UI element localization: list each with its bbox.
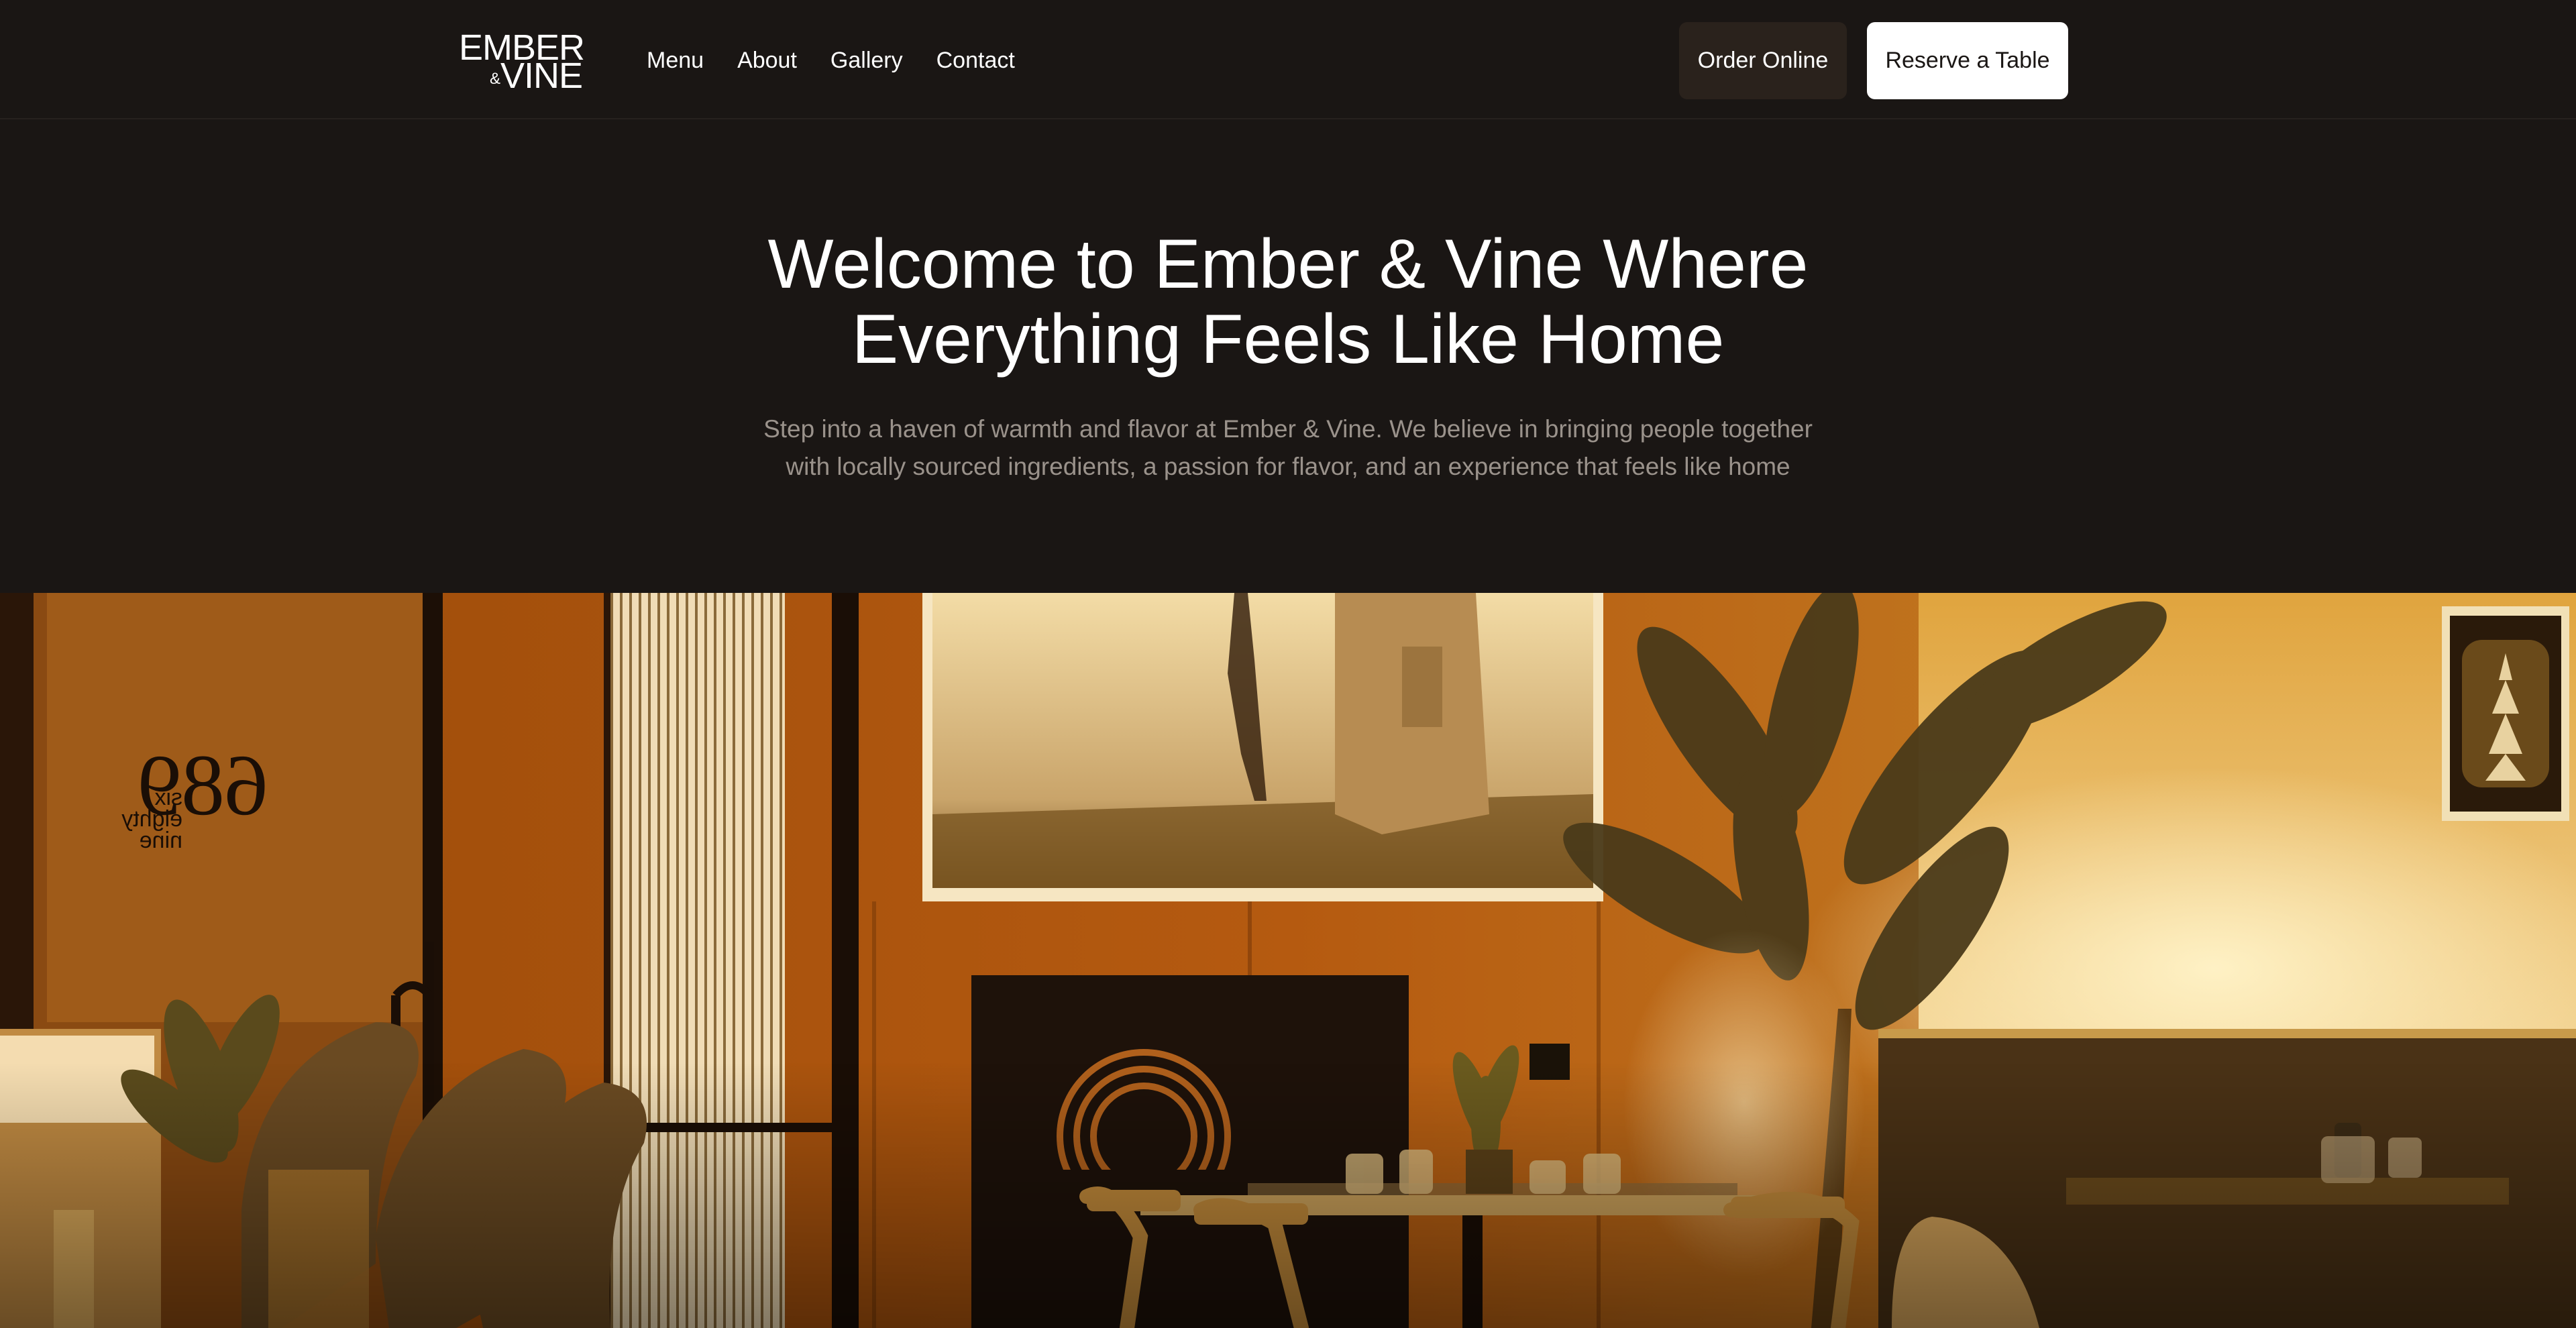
nav-link-menu[interactable]: Menu [647, 47, 704, 74]
nav-link-about[interactable]: About [737, 47, 797, 74]
hero-title-line-2: Everything Feels Like Home [851, 300, 1725, 378]
interior-illustration: 689 six eighty nine [0, 593, 2576, 1328]
hero-title: Welcome to Ember & Vine Where Everything… [684, 227, 1892, 377]
brand-logo[interactable]: EMBER & VINE [459, 30, 586, 94]
nav-link-contact[interactable]: Contact [936, 47, 1015, 74]
logo-ampersand: & [490, 70, 501, 88]
hero-title-line-1: Welcome to Ember & Vine Where [767, 225, 1809, 303]
hero-subtitle-line-1: Step into a haven of warmth and flavor a… [763, 415, 1813, 443]
reserve-table-button[interactable]: Reserve a Table [1867, 22, 2068, 99]
restaurant-interior-photo: 689 six eighty nine [0, 593, 2576, 1328]
order-online-button[interactable]: Order Online [1679, 22, 1847, 99]
hero-subtitle-line-2: with locally sourced ingredients, a pass… [786, 453, 1790, 480]
door-text-line-3: nine [140, 828, 182, 853]
nav-link-gallery[interactable]: Gallery [830, 47, 903, 74]
hero-subtitle: Step into a haven of warmth and flavor a… [751, 410, 1825, 486]
site-header: EMBER & VINE Menu About Gallery Contact … [0, 0, 2576, 119]
main-nav: Menu About Gallery Contact [647, 47, 1015, 74]
logo-text-vine: VINE [500, 56, 583, 96]
